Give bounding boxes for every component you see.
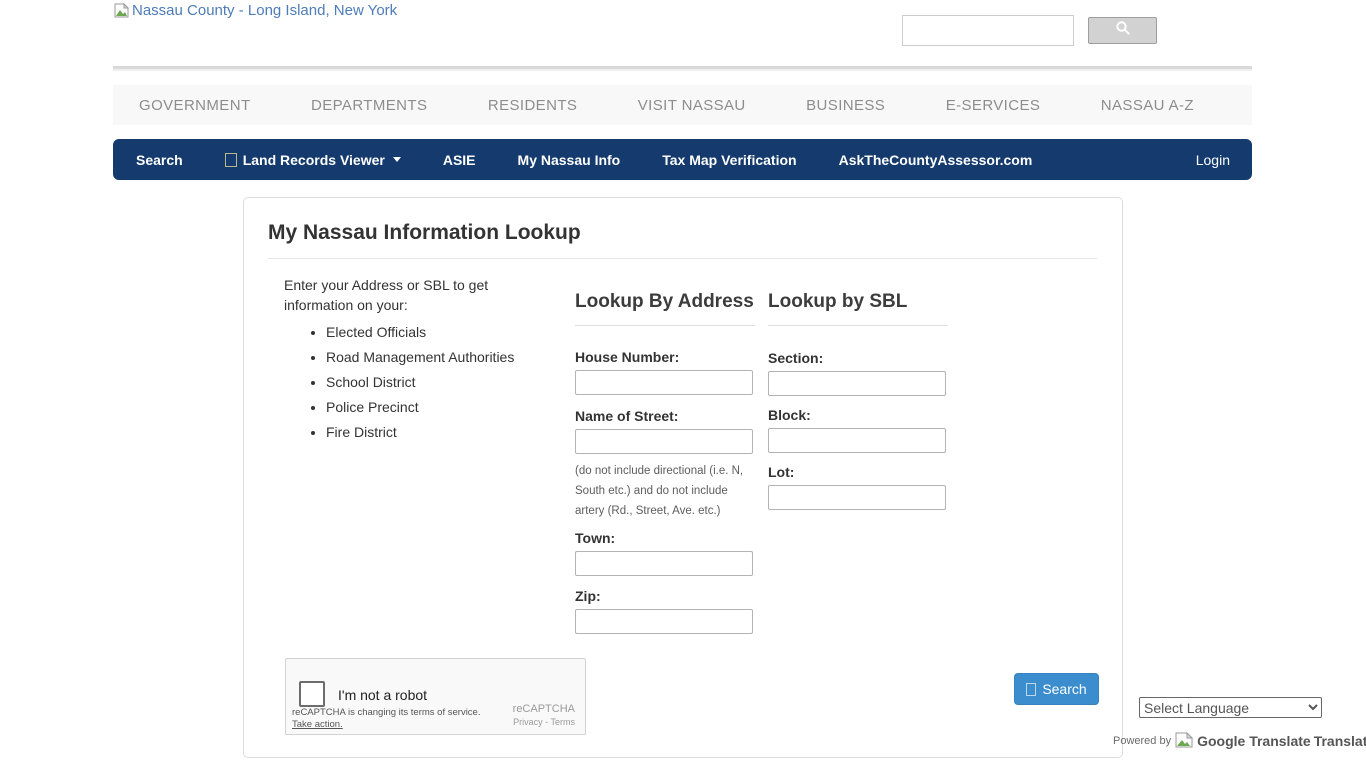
list-item: Police Precinct (326, 397, 534, 417)
lookup-by-address-section: Lookup By Address House Number: Name of … (575, 287, 755, 634)
translate-label[interactable]: Translate (1314, 733, 1366, 749)
zip-input[interactable] (575, 609, 753, 634)
block-input[interactable] (768, 428, 946, 453)
recaptcha-privacy-link[interactable]: Privacy (513, 717, 543, 727)
recaptcha-terms-link[interactable]: Terms (551, 717, 576, 727)
recaptcha-links: Privacy - Terms (513, 717, 575, 727)
powered-by-text: Powered by (1113, 735, 1171, 749)
primary-nav: GOVERNMENT DEPARTMENTS RESIDENTS VISIT N… (113, 85, 1252, 125)
sbl-section-heading: Lookup by SBL (768, 287, 948, 326)
street-name-note: (do not include directional (i.e. N, Sou… (575, 461, 755, 521)
login-link[interactable]: Login (1196, 152, 1230, 168)
nav-residents[interactable]: RESIDENTS (488, 97, 577, 114)
recaptcha-label: I'm not a robot (338, 687, 427, 703)
page-title: My Nassau Information Lookup (268, 221, 1097, 259)
street-name-label: Name of Street: (575, 408, 755, 424)
missing-glyph-icon (225, 153, 237, 167)
search-icon (1115, 20, 1131, 41)
nav-government[interactable]: GOVERNMENT (139, 97, 251, 114)
recaptcha-take-action-link[interactable]: Take action. (292, 719, 343, 730)
street-name-input[interactable] (575, 429, 753, 454)
list-item: Fire District (326, 422, 534, 442)
broken-image-icon (1174, 731, 1194, 749)
chevron-down-icon (393, 157, 401, 162)
block-label: Block: (768, 407, 948, 423)
navy-nav-tax-map-verification[interactable]: Tax Map Verification (662, 152, 796, 168)
lot-input[interactable] (768, 485, 946, 510)
list-item: School District (326, 372, 534, 392)
site-search-input[interactable] (902, 15, 1074, 46)
section-input[interactable] (768, 371, 946, 396)
nav-departments[interactable]: DEPARTMENTS (311, 97, 427, 114)
google-translate-alt-text: Google Translate (1197, 733, 1311, 749)
house-number-label: House Number: (575, 349, 755, 365)
nav-business[interactable]: BUSINESS (806, 97, 885, 114)
lookup-by-sbl-section: Lookup by SBL Section: Block: Lot: (768, 287, 948, 510)
navy-nav-search[interactable]: Search (136, 152, 183, 168)
town-label: Town: (575, 530, 755, 546)
town-input[interactable] (575, 551, 753, 576)
google-translate-attribution: Powered by Google Translate Translate (1113, 731, 1366, 749)
lot-label: Lot: (768, 464, 948, 480)
language-select[interactable]: Select Language (1139, 697, 1322, 718)
navy-nav-asie[interactable]: ASIE (443, 152, 476, 168)
site-logo-alt-text: Nassau County - Long Island, New York (132, 2, 397, 19)
secondary-nav: Search Land Records Viewer ASIE My Nassa… (113, 139, 1252, 180)
missing-glyph-icon (1026, 683, 1036, 696)
house-number-input[interactable] (575, 370, 753, 395)
nav-nassau-a-z[interactable]: NASSAU A-Z (1101, 97, 1194, 114)
nav-visit-nassau[interactable]: VISIT NASSAU (638, 97, 746, 114)
navy-nav-land-records-viewer[interactable]: Land Records Viewer (225, 152, 401, 168)
lookup-info-list: Elected Officials Road Management Author… (326, 322, 534, 442)
list-item: Road Management Authorities (326, 347, 534, 367)
list-item: Elected Officials (326, 322, 534, 342)
site-logo-link[interactable]: Nassau County - Long Island, New York (113, 2, 397, 19)
navy-nav-my-nassau-info[interactable]: My Nassau Info (518, 152, 621, 168)
intro-text: Enter your Address or SBL to get informa… (284, 275, 534, 447)
lookup-search-button[interactable]: Search (1014, 673, 1099, 705)
nav-e-services[interactable]: E-SERVICES (946, 97, 1041, 114)
recaptcha-notice: reCAPTCHA is changing its terms of servi… (292, 708, 480, 718)
lookup-card: My Nassau Information Lookup Enter your … (243, 197, 1123, 758)
recaptcha-widget: I'm not a robot reCAPTCHA is changing it… (285, 658, 586, 735)
recaptcha-brand: reCAPTCHA (513, 703, 575, 715)
navy-nav-ask-assessor[interactable]: AskTheCountyAssessor.com (839, 152, 1033, 168)
zip-label: Zip: (575, 588, 755, 604)
site-search-button[interactable] (1088, 17, 1157, 44)
broken-image-icon (113, 2, 130, 19)
header-divider (113, 66, 1252, 71)
address-section-heading: Lookup By Address (575, 287, 755, 326)
recaptcha-checkbox[interactable] (299, 681, 325, 707)
section-label: Section: (768, 350, 948, 366)
